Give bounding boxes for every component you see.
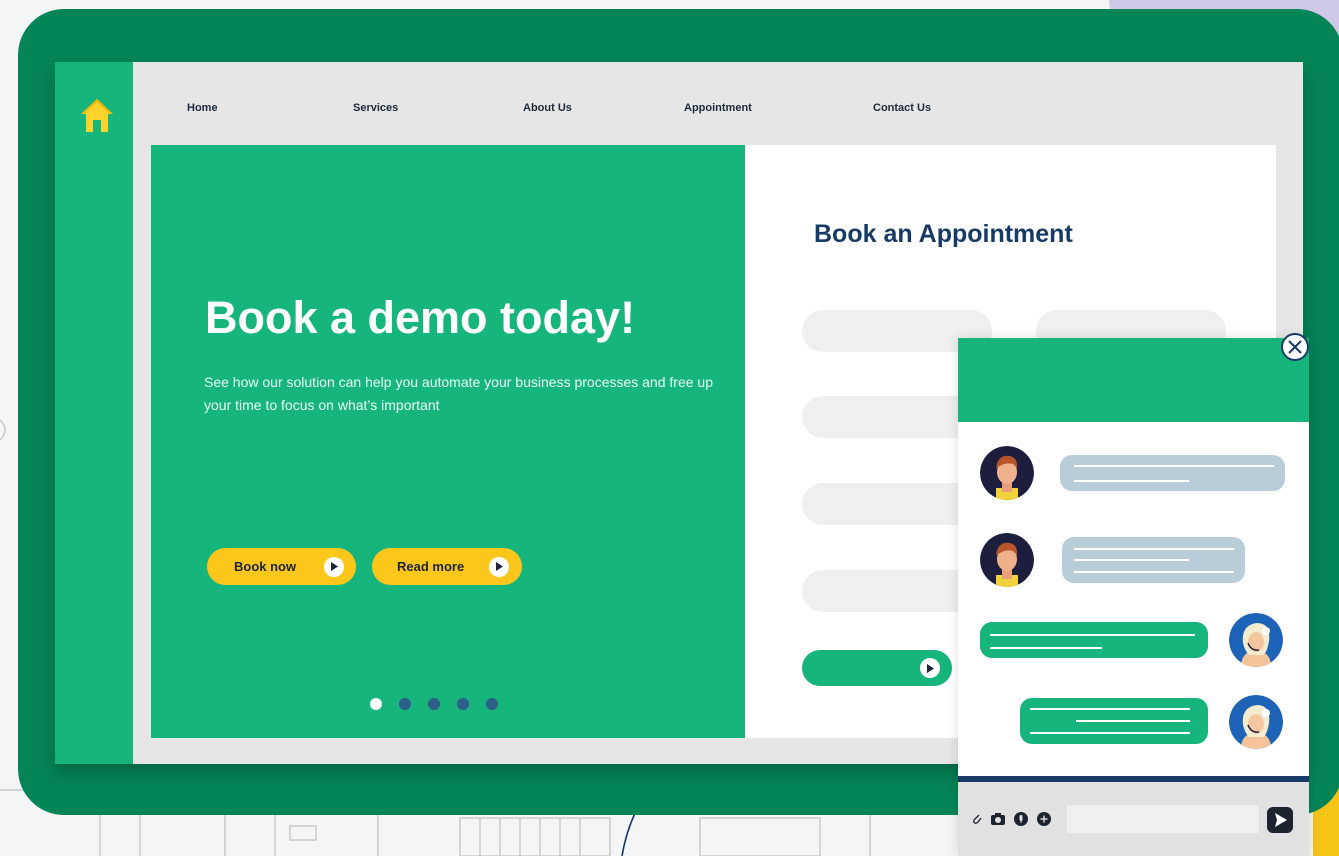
home-icon — [81, 99, 113, 132]
agent-avatar — [1229, 695, 1283, 749]
microphone-icon[interactable] — [1014, 812, 1028, 826]
book-now-label: Book now — [234, 559, 297, 574]
send-icon — [1275, 813, 1287, 827]
chat-message-bubble — [1062, 537, 1245, 583]
slide-dot-3[interactable] — [428, 698, 440, 710]
slide-dot-4[interactable] — [457, 698, 469, 710]
play-icon — [920, 658, 940, 678]
form-submit-button[interactable] — [802, 650, 952, 686]
slide-dot-1[interactable] — [370, 698, 382, 710]
slide-dot-5[interactable] — [486, 698, 498, 710]
hero-subtitle: See how our solution can help you automa… — [204, 374, 713, 413]
play-icon — [489, 556, 509, 577]
plus-circle-icon[interactable] — [1037, 812, 1051, 826]
chat-message-bubble — [980, 622, 1208, 658]
hero-title: Book a demo today! — [205, 292, 636, 343]
nav-appointment[interactable]: Appointment — [684, 102, 752, 114]
play-icon — [324, 556, 344, 577]
agent-avatar — [1229, 613, 1283, 667]
side-rail — [55, 62, 133, 764]
read-more-label: Read more — [397, 559, 465, 574]
paperclip-icon[interactable] — [970, 812, 984, 826]
chat-close-button[interactable] — [1281, 333, 1309, 361]
send-button[interactable] — [1267, 807, 1293, 833]
nav-home[interactable]: Home — [187, 102, 218, 114]
nav-contact-us[interactable]: Contact Us — [873, 102, 931, 114]
chat-header — [958, 338, 1309, 422]
hero-banner — [151, 145, 745, 738]
chat-message-input[interactable] — [1067, 805, 1259, 833]
appointment-form-title: Book an Appointment — [814, 220, 1073, 248]
slide-dot-2[interactable] — [399, 698, 411, 710]
close-icon — [1288, 340, 1302, 354]
chat-message-bubble — [1060, 455, 1285, 491]
home-button[interactable] — [80, 97, 114, 135]
chat-message-bubble — [1020, 698, 1208, 744]
nav-about-us[interactable]: About Us — [523, 102, 572, 114]
customer-avatar — [980, 533, 1034, 587]
camera-icon[interactable] — [990, 812, 1005, 826]
read-more-button[interactable]: Read more — [372, 548, 522, 585]
book-now-button[interactable]: Book now — [207, 548, 356, 585]
nav-services[interactable]: Services — [353, 102, 398, 114]
customer-avatar — [980, 446, 1034, 500]
